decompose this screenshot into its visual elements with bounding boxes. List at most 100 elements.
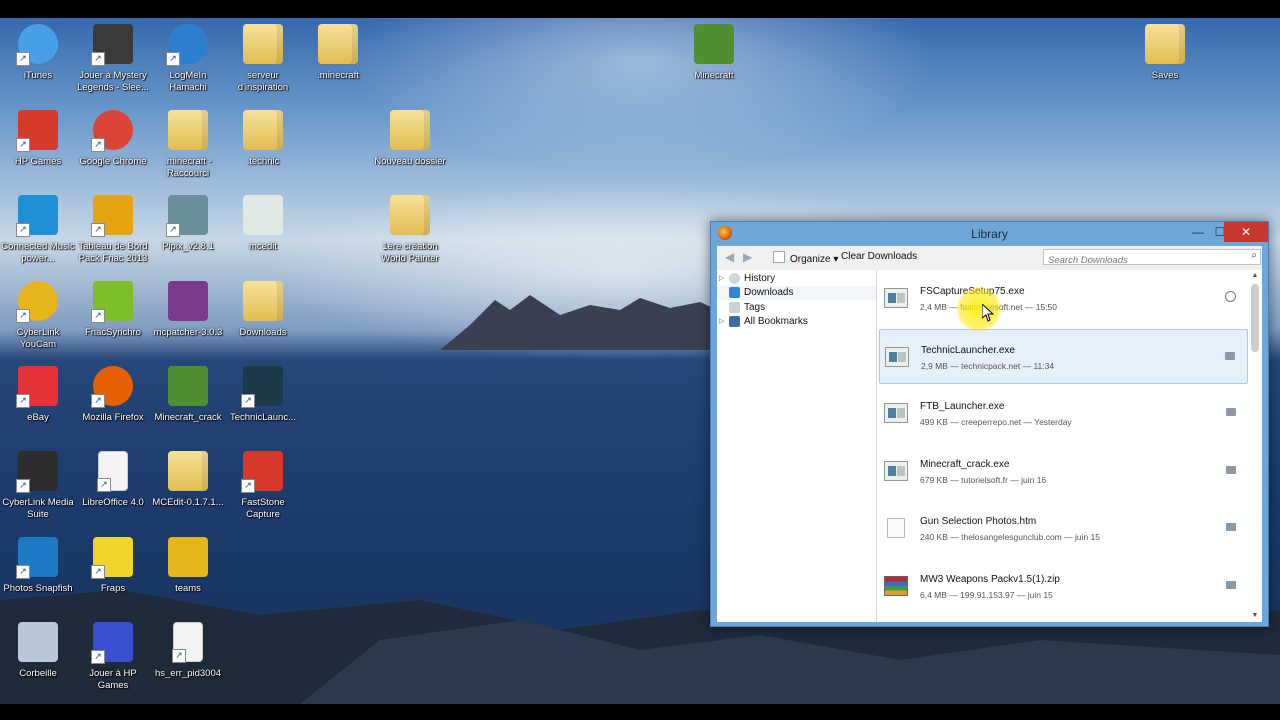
faststone-icon [241, 451, 283, 493]
desktop-icon[interactable]: MCEdit-0.1.7.1... [150, 451, 226, 509]
scroll-down-arrow-icon[interactable]: ▼ [1248, 610, 1262, 622]
library-window: Library — ☐ ✕ ◀ ▶ Organize ▾ Clear Downl… [710, 221, 1269, 627]
organize-menu[interactable]: Organize ▾ [773, 251, 838, 265]
desktop-icon-label: .technic [246, 156, 280, 167]
close-button[interactable]: ✕ [1224, 222, 1268, 242]
retry-icon[interactable] [1225, 291, 1236, 302]
desktop-icon[interactable]: Mozilla Firefox [75, 366, 151, 424]
desktop-icon-label: Connected Music power... [1, 241, 75, 264]
download-file-name: TechnicLauncher.exe [921, 344, 1015, 356]
folder-icon [243, 110, 283, 150]
desktop-icon-label: CyberLink YouCam [16, 327, 60, 350]
sidebar-item-tags[interactable]: Tags [717, 301, 876, 315]
download-details: 499 KB — creeperrepo.net — Yesterday [920, 417, 1072, 427]
expand-icon[interactable]: ▷ [719, 272, 724, 286]
desktop-icon[interactable]: FnacSynchro [75, 281, 151, 339]
scrollbar[interactable]: ▲ ▼ [1248, 270, 1262, 622]
desktop-icon[interactable]: Pipix_v2.8.1 [150, 195, 226, 253]
sidebar-item-downloads[interactable]: Downloads [717, 286, 876, 300]
open-folder-icon[interactable] [1226, 465, 1236, 474]
download-file-name: Minecraft_crack.exe [920, 458, 1010, 470]
download-row[interactable]: Minecraft_crack.exe 679 KB — tutorielsoft… [879, 444, 1248, 499]
folder-icon [168, 110, 208, 150]
open-folder-icon[interactable] [1226, 408, 1236, 416]
hp-games-icon [16, 110, 58, 152]
desktop-icon[interactable]: mcedit [225, 195, 301, 253]
minecraft-grass-icon [168, 366, 208, 406]
desktop-icon[interactable]: Jouer à Mystery Legends - Slee... [75, 24, 151, 94]
desktop-icon[interactable]: Google Chrome [75, 110, 151, 168]
desktop-icon[interactable]: Photos Snapfish [0, 537, 76, 595]
desktop-icon[interactable]: iTunes [0, 24, 76, 82]
sidebar-item-label: History [744, 273, 776, 284]
minecraft-character-icon [166, 195, 208, 237]
desktop-icon[interactable]: HP Games [0, 110, 76, 168]
desktop-icon-label: Downloads [239, 327, 287, 338]
search-input[interactable] [1044, 253, 1238, 268]
folder-icon [243, 24, 283, 64]
executable-file-icon [884, 403, 908, 423]
download-row[interactable]: FSCaptureSetup75.exe2,4 MB — faststoneso… [879, 271, 1248, 326]
desktop-icon[interactable]: LibreOffice 4.0 [75, 451, 151, 509]
desktop-icon[interactable]: Minecraft_crack [150, 366, 226, 424]
desktop-icon[interactable]: FastStone Capture [225, 451, 301, 521]
download-row[interactable]: TechnicLauncher.exe 2,9 MB — technicpack.… [879, 328, 1248, 384]
download-row[interactable]: MW3 Weapons Packv1.5(1).zip 6,4 MB — 199.… [879, 559, 1248, 614]
desktop-icon[interactable]: TechnicLaunc... [225, 366, 301, 424]
desktop-icon[interactable]: Connected Music power... [0, 195, 76, 265]
desktop-icon[interactable]: Nouveau dossier [372, 110, 448, 168]
desktop-icon-label: HP Games [14, 156, 62, 167]
document-icon [172, 622, 203, 663]
scroll-up-arrow-icon[interactable]: ▲ [1248, 270, 1262, 282]
sidebar-item-history[interactable]: ▷ History [717, 272, 876, 286]
folder-icon [1145, 24, 1185, 64]
hp-games-play-icon [91, 622, 133, 664]
top-letterbox [0, 0, 1280, 18]
scroll-thumb[interactable] [1251, 284, 1259, 352]
desktop-icon[interactable]: Tableau de Bord Pack Fnac 2013 [75, 195, 151, 265]
download-row[interactable]: FTB_Launcher.exe 499 KB — creeperrepo.net… [879, 386, 1248, 441]
desktop-icon-label: FastStone Capture [241, 497, 285, 520]
download-details: 6,4 MB — 199.91.153.97 — juin 15 [920, 589, 1053, 600]
desktop-icon[interactable]: .minecraft [300, 24, 376, 82]
clear-downloads-button[interactable]: Clear Downloads [841, 251, 917, 262]
forward-arrow-icon[interactable]: ▶ [743, 250, 752, 264]
desktop-icon[interactable]: Saves [1127, 24, 1203, 82]
desktop-icon[interactable]: serveur d'inspiration [225, 24, 301, 94]
desktop-icon[interactable]: CyberLink Media Suite [0, 451, 76, 521]
desktop-icon-label: Minecraft [694, 70, 734, 81]
desktop-icon[interactable]: mcpatcher-3.0.3 [150, 281, 226, 339]
open-folder-icon[interactable] [1225, 351, 1235, 360]
search-box[interactable]: ⌕ [1043, 249, 1261, 268]
download-details: 240 KB — thelosangelesgunclub.com — juin… [920, 532, 1101, 542]
expand-icon[interactable]: ▷ [719, 315, 724, 329]
open-folder-icon[interactable] [1226, 580, 1236, 589]
desktop-icon[interactable]: .minecraft - Raccourci [150, 110, 226, 180]
archive-file-icon [884, 575, 908, 596]
desktop-icon[interactable]: 1ère création World Painter [372, 195, 448, 265]
sidebar-item-all-bookmarks[interactable]: ▷ All Bookmarks [717, 315, 876, 329]
desktop-icon[interactable]: Minecraft [676, 24, 752, 82]
desktop-icon-label: CyberLink Media Suite [2, 497, 74, 520]
title-bar[interactable]: Library — ☐ ✕ [711, 222, 1268, 246]
desktop-icon[interactable]: Downloads [225, 281, 301, 339]
desktop-icon[interactable]: eBay [0, 366, 76, 424]
folder-icon [390, 110, 430, 150]
desktop-icon[interactable]: LogMeIn Hamachi [150, 24, 226, 94]
desktop-icon-label: Google Chrome [79, 156, 147, 167]
desktop-icon[interactable]: .technic [225, 110, 301, 168]
back-arrow-icon[interactable]: ◀ [725, 250, 734, 264]
desktop-icon[interactable]: CyberLink YouCam [0, 281, 76, 351]
desktop-icon-label: mcpatcher-3.0.3 [153, 327, 223, 338]
search-icon[interactable]: ⌕ [1251, 250, 1257, 261]
snapfish-icon [16, 537, 58, 579]
desktop-icon[interactable]: teams [150, 537, 226, 595]
open-folder-icon[interactable] [1226, 523, 1236, 531]
desktop-icon[interactable]: Jouer à HP Games [75, 622, 151, 692]
desktop-icon[interactable]: Fraps [75, 537, 151, 595]
desktop-icon[interactable]: hs_err_pid3004 [150, 622, 226, 680]
desktop-icon-label: teams [175, 583, 201, 594]
mountain-silhouette [440, 295, 740, 350]
download-row[interactable]: Gun Selection Photos.htm 240 KB — thelosa… [879, 501, 1248, 556]
desktop-icon[interactable]: Corbeille [0, 622, 76, 680]
